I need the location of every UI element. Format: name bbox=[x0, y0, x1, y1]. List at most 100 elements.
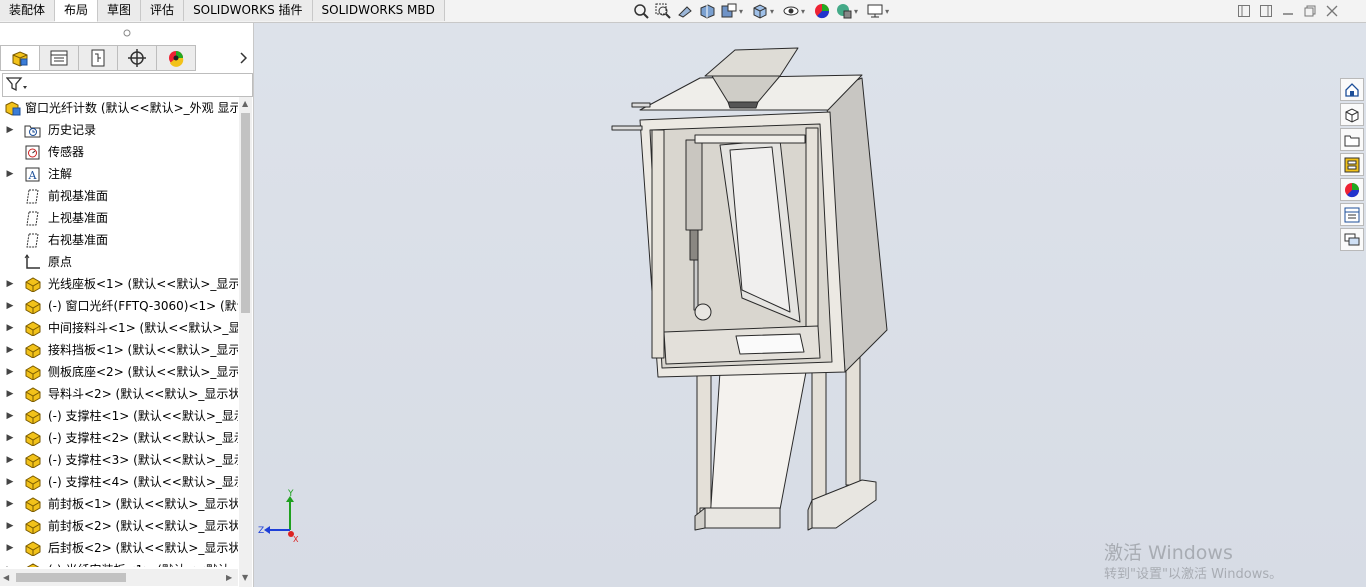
tree-item[interactable]: ▶ (-) 支撑柱<2> (默认<<默认>_显示 bbox=[0, 427, 238, 449]
panel-collapse-handle[interactable] bbox=[0, 23, 253, 43]
feature-manager-tab[interactable] bbox=[0, 45, 40, 71]
view-palette-icon[interactable] bbox=[1340, 153, 1364, 176]
graphics-viewport[interactable]: Y Z X bbox=[254, 23, 1366, 587]
scroll-right-icon[interactable]: ▶ bbox=[226, 573, 232, 582]
plane-icon bbox=[24, 210, 42, 226]
appearances-scenes-icon[interactable] bbox=[1340, 178, 1364, 201]
scroll-up-icon[interactable]: ▲ bbox=[242, 99, 248, 108]
tree-item[interactable]: ▶ 历史记录 bbox=[0, 119, 238, 141]
tile-right-icon[interactable] bbox=[1258, 3, 1274, 19]
tree-item-label: 前封板<2> (默认<<默认>_显示状态 bbox=[48, 519, 238, 533]
tree-item[interactable]: ▶ 中间接料斗<1> (默认<<默认>_显示 bbox=[0, 317, 238, 339]
tree-filter[interactable] bbox=[2, 73, 253, 97]
expand-arrow-icon[interactable]: ▶ bbox=[6, 317, 14, 339]
tree-item[interactable]: ▶ (-) 光纤安装板<1> (默认<<默认 bbox=[0, 559, 238, 567]
close-icon[interactable] bbox=[1324, 3, 1340, 19]
hide-show-items-icon[interactable] bbox=[782, 2, 800, 20]
windows-activation-watermark: 激活 Windows 转到"设置"以激活 Windows。 bbox=[1104, 542, 1282, 584]
tile-left-icon[interactable] bbox=[1236, 3, 1252, 19]
tab-layout[interactable]: 布局 bbox=[55, 0, 99, 22]
expand-arrow-icon[interactable]: ▶ bbox=[6, 295, 14, 317]
panel-tabs bbox=[0, 45, 196, 71]
zoom-to-area-icon[interactable] bbox=[654, 2, 672, 20]
tree-item[interactable]: ▶ 侧板底座<2> (默认<<默认>_显示状 bbox=[0, 361, 238, 383]
minimize-icon[interactable] bbox=[1280, 3, 1296, 19]
tree-item[interactable]: 右视基准面 bbox=[0, 229, 238, 251]
dynamic-annotation-icon[interactable] bbox=[720, 2, 738, 20]
expand-arrow-icon[interactable]: ▶ bbox=[6, 273, 14, 295]
zoom-to-fit-icon[interactable] bbox=[632, 2, 650, 20]
expand-arrow-icon[interactable]: ▶ bbox=[6, 493, 14, 515]
tree-item[interactable]: 原点 bbox=[0, 251, 238, 273]
expand-arrow-icon[interactable]: ▶ bbox=[6, 427, 14, 449]
display-manager-tab[interactable] bbox=[157, 45, 196, 71]
command-manager-tabbar: 装配体 布局 草图 评估 SOLIDWORKS 插件 SOLIDWORKS MB… bbox=[0, 0, 1366, 23]
tree-root-assembly[interactable]: 窗口光纤计数 (默认<<默认>_外观 显示 bbox=[0, 97, 238, 119]
expand-arrow-icon[interactable]: ▶ bbox=[6, 559, 14, 567]
edit-appearance-icon[interactable] bbox=[813, 2, 831, 20]
tree-horizontal-scrollbar[interactable]: ◀ ▶ bbox=[0, 569, 238, 586]
task-pane-tabs bbox=[1340, 78, 1364, 251]
view-settings-icon[interactable] bbox=[866, 2, 884, 20]
origin-icon bbox=[24, 254, 42, 270]
configuration-manager-tab[interactable] bbox=[79, 45, 118, 71]
view-orientation-icon[interactable] bbox=[751, 2, 769, 20]
more-tabs-chevron-icon[interactable] bbox=[236, 49, 250, 67]
tree-item[interactable]: ▶ A 注解 bbox=[0, 163, 238, 185]
expand-arrow-icon[interactable]: ▶ bbox=[6, 405, 14, 427]
scroll-down-icon[interactable]: ▼ bbox=[242, 573, 248, 582]
expand-arrow-icon[interactable]: ▶ bbox=[6, 471, 14, 493]
expand-arrow-icon[interactable]: ▶ bbox=[6, 537, 14, 559]
previous-view-icon[interactable] bbox=[676, 2, 694, 20]
expand-arrow-icon[interactable]: ▶ bbox=[6, 449, 14, 471]
tree-item-label: (-) 支撑柱<2> (默认<<默认>_显示 bbox=[48, 431, 238, 445]
feature-manager-panel: 窗口光纤计数 (默认<<默认>_外观 显示 ▶ 历史记录 传感器 ▶ A 注解 前视基准面上… bbox=[0, 23, 254, 587]
dimxpert-manager-tab[interactable] bbox=[118, 45, 157, 71]
scroll-left-icon[interactable]: ◀ bbox=[3, 573, 9, 582]
tree-item[interactable]: 前视基准面 bbox=[0, 185, 238, 207]
tree-item[interactable]: ▶ 接料挡板<1> (默认<<默认>_显示状 bbox=[0, 339, 238, 361]
annotation-icon: A bbox=[24, 166, 42, 182]
expand-arrow-icon[interactable]: ▶ bbox=[6, 361, 14, 383]
tree-item[interactable]: ▶ 导料斗<2> (默认<<默认>_显示状态 bbox=[0, 383, 238, 405]
tab-evaluate[interactable]: 评估 bbox=[141, 0, 185, 21]
tab-sketch[interactable]: 草图 bbox=[98, 0, 142, 21]
home-icon[interactable] bbox=[1340, 78, 1364, 101]
part-icon bbox=[24, 276, 42, 293]
tree-item[interactable]: ▶ 光线座板<1> (默认<<默认>_显示状 bbox=[0, 273, 238, 295]
restore-icon[interactable] bbox=[1302, 3, 1318, 19]
tree-item-label: 右视基准面 bbox=[48, 233, 109, 247]
custom-properties-icon[interactable] bbox=[1340, 203, 1364, 226]
part-icon bbox=[24, 298, 42, 315]
expand-arrow-icon[interactable]: ▶ bbox=[6, 119, 14, 141]
tree-item[interactable]: 传感器 bbox=[0, 141, 238, 163]
part-icon bbox=[24, 452, 42, 469]
section-view-icon[interactable] bbox=[698, 2, 716, 20]
tab-assembly[interactable]: 装配体 bbox=[0, 0, 56, 21]
expand-arrow-icon[interactable]: ▶ bbox=[6, 515, 14, 537]
file-explorer-icon[interactable] bbox=[1340, 128, 1364, 151]
tree-item[interactable]: ▶ 后封板<2> (默认<<默认>_显示状态 bbox=[0, 537, 238, 559]
tree-vertical-scrollbar[interactable]: ▲ ▼ bbox=[239, 97, 252, 587]
property-manager-tab[interactable] bbox=[40, 45, 79, 71]
tree-item[interactable]: ▶ 前封板<1> (默认<<默认>_显示状态 bbox=[0, 493, 238, 515]
design-library-icon[interactable] bbox=[1340, 103, 1364, 126]
tree-item[interactable]: 上视基准面 bbox=[0, 207, 238, 229]
horizontal-scroll-thumb[interactable] bbox=[16, 573, 126, 582]
tree-item[interactable]: ▶ (-) 窗口光纤(FFTQ-3060)<1> (默认 bbox=[0, 295, 238, 317]
expand-arrow-icon[interactable]: ▶ bbox=[6, 163, 14, 185]
tree-item[interactable]: ▶ (-) 支撑柱<3> (默认<<默认>_显示 bbox=[0, 449, 238, 471]
filter-icon[interactable] bbox=[5, 76, 28, 95]
tab-solidworks-mbd[interactable]: SOLIDWORKS MBD bbox=[312, 0, 445, 21]
tree-item-label: 侧板底座<2> (默认<<默认>_显示状 bbox=[48, 365, 238, 379]
apply-scene-icon[interactable] bbox=[835, 2, 853, 20]
tree-item[interactable]: ▶ (-) 支撑柱<1> (默认<<默认>_显示 bbox=[0, 405, 238, 427]
expand-arrow-icon[interactable]: ▶ bbox=[6, 383, 14, 405]
tree-item[interactable]: ▶ (-) 支撑柱<4> (默认<<默认>_显示 bbox=[0, 471, 238, 493]
vertical-scroll-thumb[interactable] bbox=[241, 113, 250, 313]
tab-solidworks-addins[interactable]: SOLIDWORKS 插件 bbox=[184, 0, 313, 21]
part-icon bbox=[24, 408, 42, 425]
expand-arrow-icon[interactable]: ▶ bbox=[6, 339, 14, 361]
tree-item[interactable]: ▶ 前封板<2> (默认<<默认>_显示状态 bbox=[0, 515, 238, 537]
forum-icon[interactable] bbox=[1340, 228, 1364, 251]
